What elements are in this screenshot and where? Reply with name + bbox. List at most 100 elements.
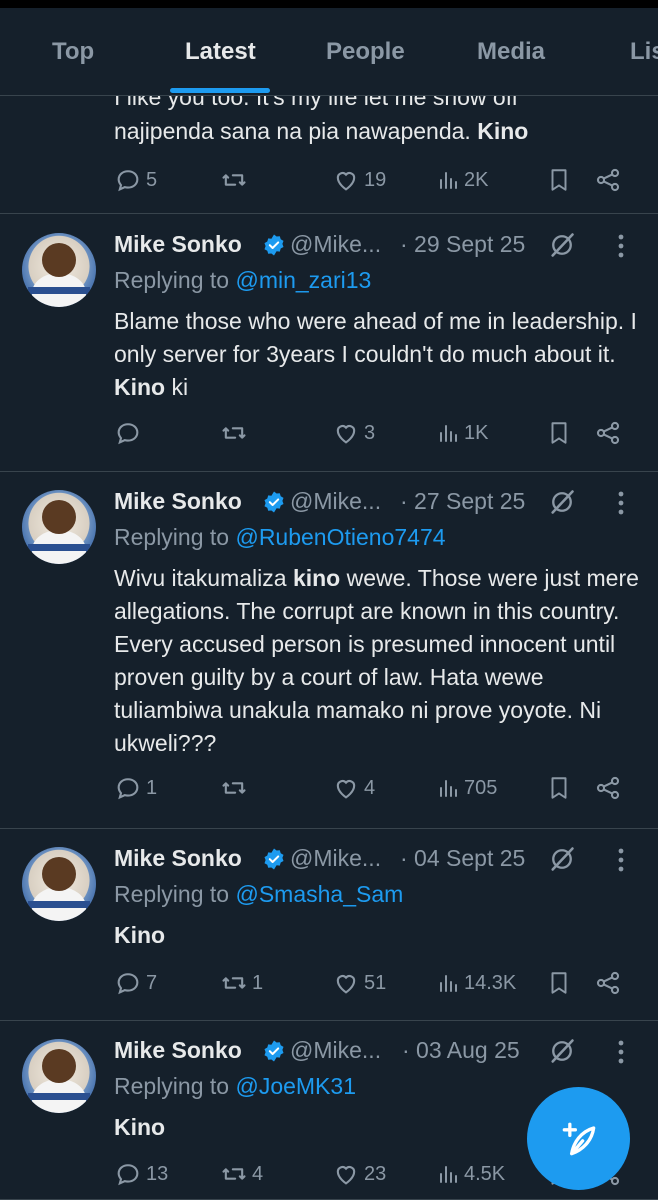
tweet-partial[interactable]: I like you too. It's my life let me show… — [0, 96, 658, 214]
replying-to: Replying to @Smasha_Sam — [114, 881, 404, 907]
views-button[interactable]: 1K — [436, 419, 488, 447]
author-handle[interactable]: @Mike... — [290, 1037, 381, 1064]
like-button[interactable]: 51 — [332, 969, 386, 997]
views-count: 2K — [464, 168, 489, 191]
compose-post-icon — [562, 1122, 595, 1155]
reply-icon — [117, 170, 139, 192]
bookmark-button[interactable] — [546, 419, 572, 447]
more-icon — [618, 1040, 624, 1064]
tab-top[interactable]: Top — [52, 38, 94, 66]
repost-button[interactable] — [220, 774, 252, 802]
reply-count: 7 — [146, 971, 158, 994]
mention-link[interactable]: @Smasha_Sam — [235, 881, 403, 907]
verified-badge-icon — [264, 1040, 284, 1062]
repost-button[interactable]: 4 — [220, 1160, 263, 1188]
heart-icon — [336, 1166, 356, 1185]
bookmark-button[interactable] — [546, 774, 572, 802]
mention-link[interactable]: @min_zari13 — [235, 267, 371, 293]
views-button[interactable]: 2K — [436, 166, 488, 194]
avatar[interactable] — [22, 490, 96, 564]
bookmark-button[interactable] — [546, 166, 572, 194]
author-handle[interactable]: @Mike... — [290, 488, 381, 515]
replying-to: Replying to @min_zari13 — [114, 267, 372, 293]
share-button[interactable] — [594, 166, 622, 194]
reply-icon — [117, 423, 139, 445]
share-icon — [596, 776, 620, 800]
share-button[interactable] — [594, 969, 622, 997]
views-icon — [440, 780, 457, 797]
verified-badge-icon — [264, 491, 284, 513]
like-count: 23 — [364, 1162, 387, 1185]
reply-icon — [117, 1164, 139, 1186]
author-name[interactable]: Mike Sonko — [114, 1037, 242, 1064]
views-icon — [440, 1166, 457, 1183]
tab-lists[interactable]: Lis — [630, 38, 658, 66]
like-count: 4 — [364, 776, 376, 799]
like-button[interactable]: 19 — [332, 166, 386, 194]
tweet-date[interactable]: · 04 Sept 25 — [400, 845, 525, 872]
views-icon — [440, 172, 457, 189]
author-name[interactable]: Mike Sonko — [114, 845, 242, 872]
bookmark-icon — [551, 777, 567, 799]
like-button[interactable]: 23 — [332, 1160, 386, 1188]
tweet-actions: 1 4 705 — [114, 774, 634, 806]
views-count: 4.5K — [464, 1162, 506, 1185]
views-icon — [440, 425, 457, 442]
heart-icon — [336, 975, 356, 994]
repost-icon — [222, 977, 246, 989]
tab-people[interactable]: People — [326, 38, 405, 66]
views-button[interactable]: 14.3K — [436, 969, 516, 997]
reply-button[interactable]: 13 — [114, 1160, 168, 1188]
tab-media[interactable]: Media — [477, 38, 545, 66]
reply-button[interactable]: 7 — [114, 969, 157, 997]
mention-link[interactable]: @RubenOtieno7474 — [235, 524, 445, 550]
tweet-text: Wivu itakumaliza kino wewe. Those were j… — [114, 565, 639, 756]
avatar[interactable] — [22, 847, 96, 921]
share-button[interactable] — [594, 419, 622, 447]
tweet-text: I like you too. It's my life let me show… — [114, 96, 529, 144]
views-button[interactable]: 4.5K — [436, 1160, 505, 1188]
tweet-header: Mike Sonko @Mike... · 04 Sept 25 — [114, 845, 634, 879]
repost-button[interactable] — [220, 166, 252, 194]
verified-badge-icon — [264, 848, 284, 870]
tweet-date[interactable]: · 29 Sept 25 — [400, 231, 525, 258]
reply-button[interactable]: 5 — [114, 166, 157, 194]
avatar[interactable] — [22, 1039, 96, 1113]
tweet-date[interactable]: · 03 Aug 25 — [402, 1037, 520, 1064]
reply-button[interactable] — [114, 419, 146, 447]
verified-badge-icon — [264, 234, 284, 256]
reply-button[interactable]: 1 — [114, 774, 157, 802]
like-count: 51 — [364, 971, 387, 994]
mention-link[interactable]: @JoeMK31 — [235, 1073, 356, 1099]
author-handle[interactable]: @Mike... — [290, 845, 381, 872]
grok-icon — [551, 847, 574, 871]
bookmark-icon — [551, 169, 567, 191]
tweet[interactable]: Mike Sonko @Mike... · 27 Sept 25 Replying t… — [0, 472, 658, 829]
like-button[interactable]: 4 — [332, 774, 375, 802]
author-name[interactable]: Mike Sonko — [114, 488, 242, 515]
tweet[interactable]: Mike Sonko @Mike... · 29 Sept 25 Replying t… — [0, 215, 658, 472]
replying-to: Replying to @RubenOtieno7474 — [114, 524, 446, 550]
grok-icon — [551, 490, 574, 514]
repost-icon — [222, 174, 246, 186]
tweet-date[interactable]: · 27 Sept 25 — [400, 488, 525, 515]
repost-button[interactable] — [220, 419, 252, 447]
compose-post-button[interactable] — [527, 1087, 630, 1190]
like-button[interactable]: 3 — [332, 419, 375, 447]
heart-icon — [336, 780, 356, 799]
views-button[interactable]: 705 — [436, 774, 497, 802]
repost-button[interactable]: 1 — [220, 969, 263, 997]
share-icon — [596, 421, 620, 445]
active-tab-indicator — [170, 88, 270, 93]
more-icon — [618, 491, 624, 515]
tab-latest[interactable]: Latest — [185, 38, 256, 66]
bookmark-button[interactable] — [546, 969, 572, 997]
search-tabs: Top Latest People Media Lis — [0, 8, 658, 96]
bookmark-icon — [551, 972, 567, 994]
tweet[interactable]: Mike Sonko @Mike... · 04 Sept 25 Replying t… — [0, 829, 658, 1021]
avatar[interactable] — [22, 233, 96, 307]
author-name[interactable]: Mike Sonko — [114, 231, 242, 258]
share-button[interactable] — [594, 774, 622, 802]
repost-icon — [222, 782, 246, 794]
author-handle[interactable]: @Mike... — [290, 231, 381, 258]
